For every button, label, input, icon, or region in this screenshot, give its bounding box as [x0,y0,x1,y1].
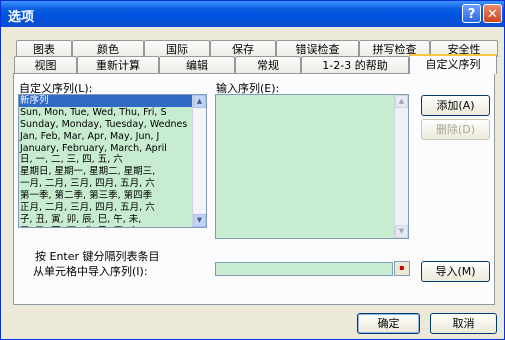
collapse-dialog-button[interactable]: ▪ [394,261,410,276]
list-item[interactable]: 新序列 [19,95,206,107]
list-item[interactable]: Sunday, Monday, Tuesday, Wednes [19,119,206,131]
list-item[interactable]: 日, 一, 二, 三, 四, 五, 六 [19,154,206,166]
options-dialog: 选项 ? ✕ 图表 颜色 国际 保存 错误检查 拼写检查 安全性 视图 重新计算… [0,0,505,340]
list-scrollbar[interactable]: ▲ ▼ [192,95,206,227]
scroll-down-icon[interactable]: ▼ [395,225,408,238]
list-item[interactable]: 正月, 二月, 三月, 四月, 五月, 六 [19,202,206,214]
list-item[interactable]: Sun, Mon, Tue, Wed, Thu, Fri, S [19,107,206,119]
list-item[interactable]: Jan, Feb, Mar, Apr, May, Jun, J [19,131,206,143]
entries-scrollbar[interactable]: ▲ ▼ [394,95,408,238]
add-button[interactable]: 添加(A) [421,95,490,116]
tab-view[interactable]: 视图 [14,56,77,73]
ok-button[interactable]: 确定 [357,313,420,334]
tab-general[interactable]: 常规 [235,56,301,73]
tab-custom-lists[interactable]: 自定义序列 [409,54,497,74]
tab-international[interactable]: 国际 [144,40,210,57]
tab-chart[interactable]: 图表 [16,40,72,57]
list-item[interactable]: 第一季, 第二季, 第三季, 第四季 [19,190,206,202]
list-item[interactable]: January, February, March, April [19,143,206,155]
tab-edit[interactable]: 编辑 [159,56,235,73]
list-item[interactable]: 星期日, 星期一, 星期二, 星期三, [19,166,206,178]
range-select-icon: ▪ [399,263,405,272]
list-item[interactable]: 甲, 乙, 丙, 丁, 戊, 己, 庚, 辛, [19,226,206,227]
custom-lists-listbox[interactable]: 新序列 Sun, Mon, Tue, Wed, Thu, Fri, S Sunday… [18,94,207,228]
tab-error-checking[interactable]: 错误检查 [276,40,359,57]
delete-button[interactable]: 删除(D) [421,119,490,140]
entries-hint: 按 Enter 键分隔列表条目 [35,250,160,263]
custom-lists-items: 新序列 Sun, Mon, Tue, Wed, Thu, Fri, S Sunday… [19,95,206,227]
list-item[interactable]: 子, 丑, 寅, 卯, 辰, 巳, 午, 未, [19,214,206,226]
close-button[interactable]: ✕ [483,4,502,23]
scroll-up-icon[interactable]: ▲ [193,95,206,108]
tab-color[interactable]: 颜色 [72,40,144,57]
tab-calculation[interactable]: 重新计算 [77,56,159,73]
list-entries-textarea[interactable]: ▲ ▼ [215,94,409,239]
close-icon: ✕ [487,7,498,22]
help-icon: ? [467,7,476,22]
import-button[interactable]: 导入(M) [421,261,490,282]
title-bar[interactable]: 选项 ? ✕ [1,1,504,27]
tab-lotus-help[interactable]: 1-2-3 的帮助 [301,56,409,73]
scroll-up-icon[interactable]: ▲ [395,95,408,108]
list-item[interactable]: 一月, 二月, 三月, 四月, 五月, 六 [19,178,206,190]
import-range-input[interactable] [215,262,393,276]
tab-save[interactable]: 保存 [210,40,276,57]
scroll-down-icon[interactable]: ▼ [193,214,206,227]
help-button[interactable]: ? [462,4,481,23]
dialog-title: 选项 [8,10,35,25]
cancel-button[interactable]: 取消 [430,313,497,334]
import-label: 从单元格中导入序列(I): [33,265,148,278]
